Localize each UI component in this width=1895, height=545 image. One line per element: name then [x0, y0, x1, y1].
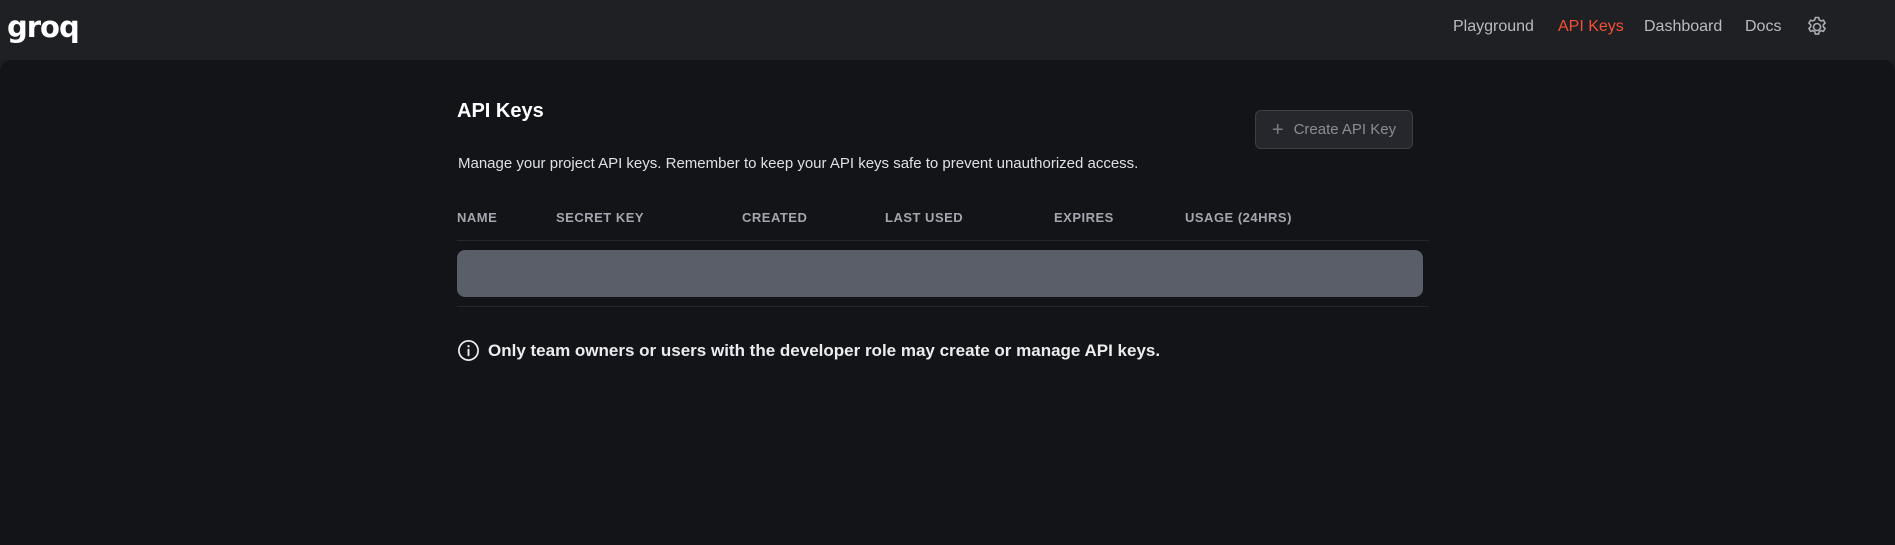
column-header-usage: USAGE (24HRS) [1185, 210, 1292, 225]
gear-icon[interactable] [1805, 15, 1829, 39]
loading-skeleton-row [457, 250, 1423, 297]
main-panel [0, 60, 1895, 545]
top-bar: groq Playground API Keys Dashboard Docs [0, 0, 1895, 60]
groq-logo[interactable]: groq [7, 12, 80, 42]
permission-notice-text: Only team owners or users with the devel… [488, 340, 1161, 360]
nav-docs[interactable]: Docs [1745, 18, 1781, 36]
nav-playground[interactable]: Playground [1453, 18, 1534, 36]
page-description: Manage your project API keys. Remember t… [458, 155, 1139, 172]
nav-api-keys[interactable]: API Keys [1558, 18, 1624, 36]
plus-icon: + [1271, 118, 1284, 141]
column-header-secret-key: SECRET KEY [556, 210, 645, 225]
column-header-last-used: LAST USED [885, 210, 964, 225]
table-header-divider [457, 240, 1429, 241]
permission-notice: Only team owners or users with the devel… [457, 339, 1160, 362]
create-api-key-label: Create API Key [1293, 121, 1397, 138]
table-bottom-divider [457, 306, 1429, 307]
column-header-created: CREATED [742, 210, 808, 225]
column-header-name: NAME [457, 210, 498, 225]
nav-dashboard[interactable]: Dashboard [1644, 18, 1722, 36]
create-api-key-button[interactable]: + Create API Key [1255, 110, 1413, 149]
page-title: API Keys [457, 100, 544, 122]
info-icon [458, 340, 479, 361]
column-header-expires: EXPIRES [1054, 210, 1114, 225]
